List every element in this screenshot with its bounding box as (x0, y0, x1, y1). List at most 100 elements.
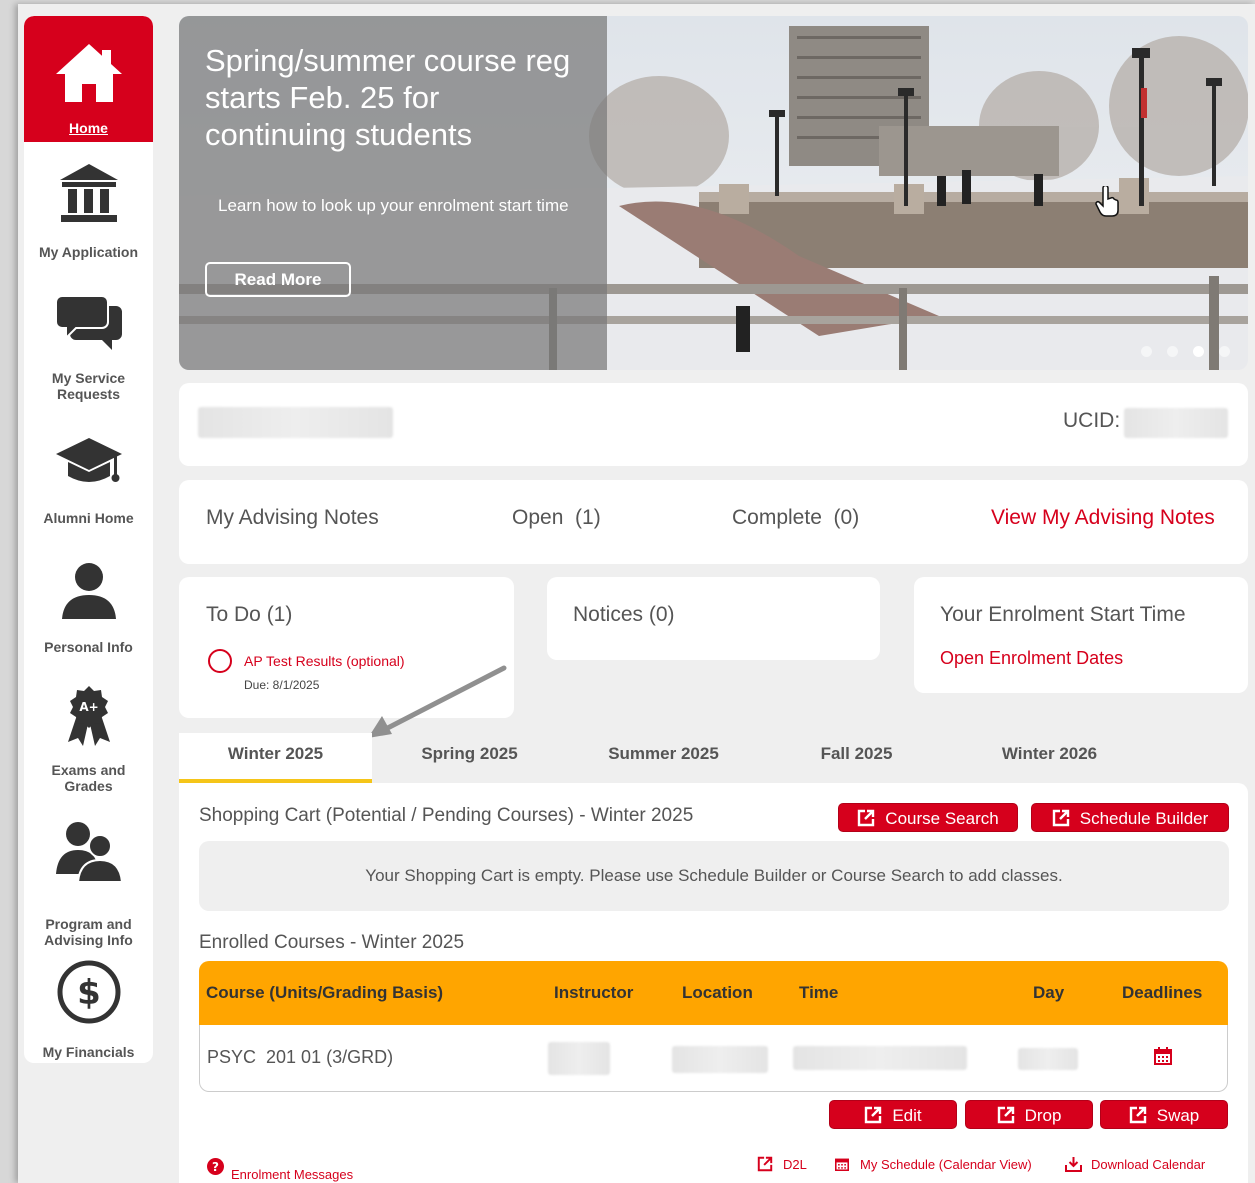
ucid-label: UCID: (1063, 409, 1121, 432)
annotation-arrow-icon (368, 665, 507, 738)
todo-due-date: Due: 8/1/2025 (244, 678, 320, 692)
redacted-location (672, 1046, 768, 1073)
swap-label: Swap (1156, 1106, 1200, 1125)
sidebar-item-my-service-requests[interactable]: My Service Requests (24, 292, 153, 422)
sidebar-item-personal-info[interactable]: Personal Info (24, 559, 153, 671)
calendar-icon (835, 1158, 849, 1171)
profile-card: UCID: (179, 383, 1248, 466)
drop-label: Drop (1024, 1106, 1062, 1125)
view-advising-notes-link[interactable]: View My Advising Notes (991, 506, 1215, 530)
sidebar-item-label: Exams and Grades (51, 762, 126, 794)
person-icon (61, 563, 116, 619)
download-icon (1065, 1157, 1082, 1172)
help-icon: ? (207, 1158, 224, 1175)
todo-title: To Do (1) (206, 603, 293, 626)
external-link-icon (997, 1106, 1014, 1124)
tab-winter-2026[interactable]: Winter 2026 (953, 733, 1146, 783)
tab-summer-2025[interactable]: Summer 2025 (567, 733, 760, 783)
sidebar-item-alumni-home[interactable]: Alumni Home (24, 436, 153, 548)
sidebar-item-program-and-advising-info[interactable]: Program and Advising Info (24, 818, 153, 952)
shopping-cart-title: Shopping Cart (Potential / Pending Cours… (199, 805, 694, 826)
enrolled-table-header: Course (Units/Grading Basis) Instructor … (199, 961, 1228, 1025)
sidebar-item-exams-and-grades[interactable]: A+ Exams and Grades (24, 684, 153, 814)
advising-complete-count: Complete (0) (732, 506, 860, 529)
sidebar-item-label: My Financials (42, 1044, 135, 1060)
svg-text:?: ? (212, 1160, 219, 1174)
sidebar-item-label: Program and Advising Info (44, 916, 133, 948)
enrolment-messages-link[interactable]: Enrolment Messages (231, 1167, 353, 1182)
sidebar-item-label: My Service Requests (51, 370, 126, 402)
redacted-day (1018, 1048, 1078, 1070)
external-link-icon (858, 809, 875, 827)
carousel-dot[interactable] (1219, 346, 1230, 357)
redacted-name (198, 407, 393, 438)
schedule-builder-button[interactable]: Schedule Builder (1031, 803, 1229, 832)
advising-card: My Advising Notes Open (1) Complete (0) … (179, 480, 1248, 564)
institution-icon (59, 164, 118, 222)
read-more-button[interactable]: Read More (205, 262, 351, 297)
my-schedule-calendar-link[interactable]: My Schedule (Calendar View) (860, 1157, 1032, 1172)
advising-open-count: Open (1) (512, 506, 601, 529)
advising-title: My Advising Notes (206, 506, 379, 529)
enrolled-courses-title: Enrolled Courses - Winter 2025 (199, 932, 465, 953)
swap-button[interactable]: Swap (1100, 1100, 1228, 1129)
chat-bubbles-icon (54, 295, 122, 350)
award-ribbon-icon: A+ (67, 686, 110, 746)
hero-overlay: Spring/summer course reg starts Feb. 25 … (179, 16, 607, 370)
sidebar-item-home[interactable]: Home (24, 16, 153, 142)
notices-card: Notices (0) (547, 577, 880, 660)
redacted-ucid (1124, 408, 1228, 438)
enrolment-title: Your Enrolment Start Time (940, 603, 1186, 626)
calendar-icon[interactable] (1154, 1047, 1172, 1065)
graduation-cap-icon (55, 438, 122, 482)
sidebar-item-label: Home (69, 120, 108, 136)
hero-subtitle: Learn how to look up your enrolment star… (218, 196, 569, 215)
column-header-course: Course (Units/Grading Basis) (206, 983, 444, 1002)
svg-text:$: $ (77, 973, 101, 1013)
tab-spring-2025[interactable]: Spring 2025 (373, 733, 566, 783)
home-icon (55, 44, 122, 102)
download-calendar-link[interactable]: Download Calendar (1091, 1157, 1205, 1172)
carousel-dot[interactable] (1167, 346, 1178, 357)
carousel-dot[interactable] (1141, 346, 1152, 357)
todo-checkbox[interactable] (208, 649, 232, 673)
empty-cart-message: Your Shopping Cart is empty. Please use … (199, 841, 1229, 911)
sidebar: Home My Application My Service Requests … (24, 16, 153, 1063)
hero-banner: Spring/summer course reg starts Feb. 25 … (179, 16, 1248, 370)
column-header-location: Location (682, 983, 753, 1002)
column-header-deadlines: Deadlines (1122, 983, 1203, 1002)
sidebar-item-my-application[interactable]: My Application (24, 162, 153, 272)
svg-text:A+: A+ (79, 700, 98, 714)
column-header-instructor: Instructor (554, 983, 634, 1002)
course-search-button[interactable]: Course Search (838, 803, 1018, 832)
table-row: PSYC 201 01 (3/GRD) (199, 1025, 1228, 1092)
drop-button[interactable]: Drop (965, 1100, 1093, 1129)
people-icon (55, 822, 123, 883)
column-header-day: Day (1033, 983, 1065, 1002)
course-search-label: Course Search (885, 809, 999, 828)
d2l-link[interactable]: D2L (783, 1157, 807, 1172)
open-enrolment-dates-link[interactable]: Open Enrolment Dates (940, 648, 1123, 669)
sidebar-item-my-financials[interactable]: $ My Financials (24, 960, 153, 1063)
tab-winter-2025[interactable]: Winter 2025 (179, 733, 372, 783)
edit-button[interactable]: Edit (829, 1100, 957, 1129)
schedule-builder-label: Schedule Builder (1079, 809, 1209, 828)
redacted-instructor (548, 1042, 610, 1075)
external-link-icon (1129, 1106, 1146, 1124)
external-link-icon (865, 1106, 882, 1124)
tab-fall-2025[interactable]: Fall 2025 (760, 733, 953, 783)
hand-cursor-icon (1095, 186, 1119, 217)
external-link-icon (1052, 809, 1069, 827)
external-link-icon (757, 1156, 773, 1172)
redacted-time (793, 1046, 967, 1070)
carousel-dots (1141, 346, 1230, 357)
sidebar-item-label: My Application (38, 244, 139, 260)
hero-title: Spring/summer course reg starts Feb. 25 … (205, 43, 571, 152)
edit-label: Edit (892, 1106, 922, 1125)
enrolment-start-card: Your Enrolment Start Time Open Enrolment… (914, 577, 1248, 693)
sidebar-item-label: Alumni Home (43, 510, 134, 526)
carousel-dot-active[interactable] (1193, 346, 1204, 357)
dollar-icon: $ (57, 960, 120, 1024)
column-header-time: Time (799, 983, 839, 1002)
notices-title: Notices (0) (573, 603, 675, 626)
